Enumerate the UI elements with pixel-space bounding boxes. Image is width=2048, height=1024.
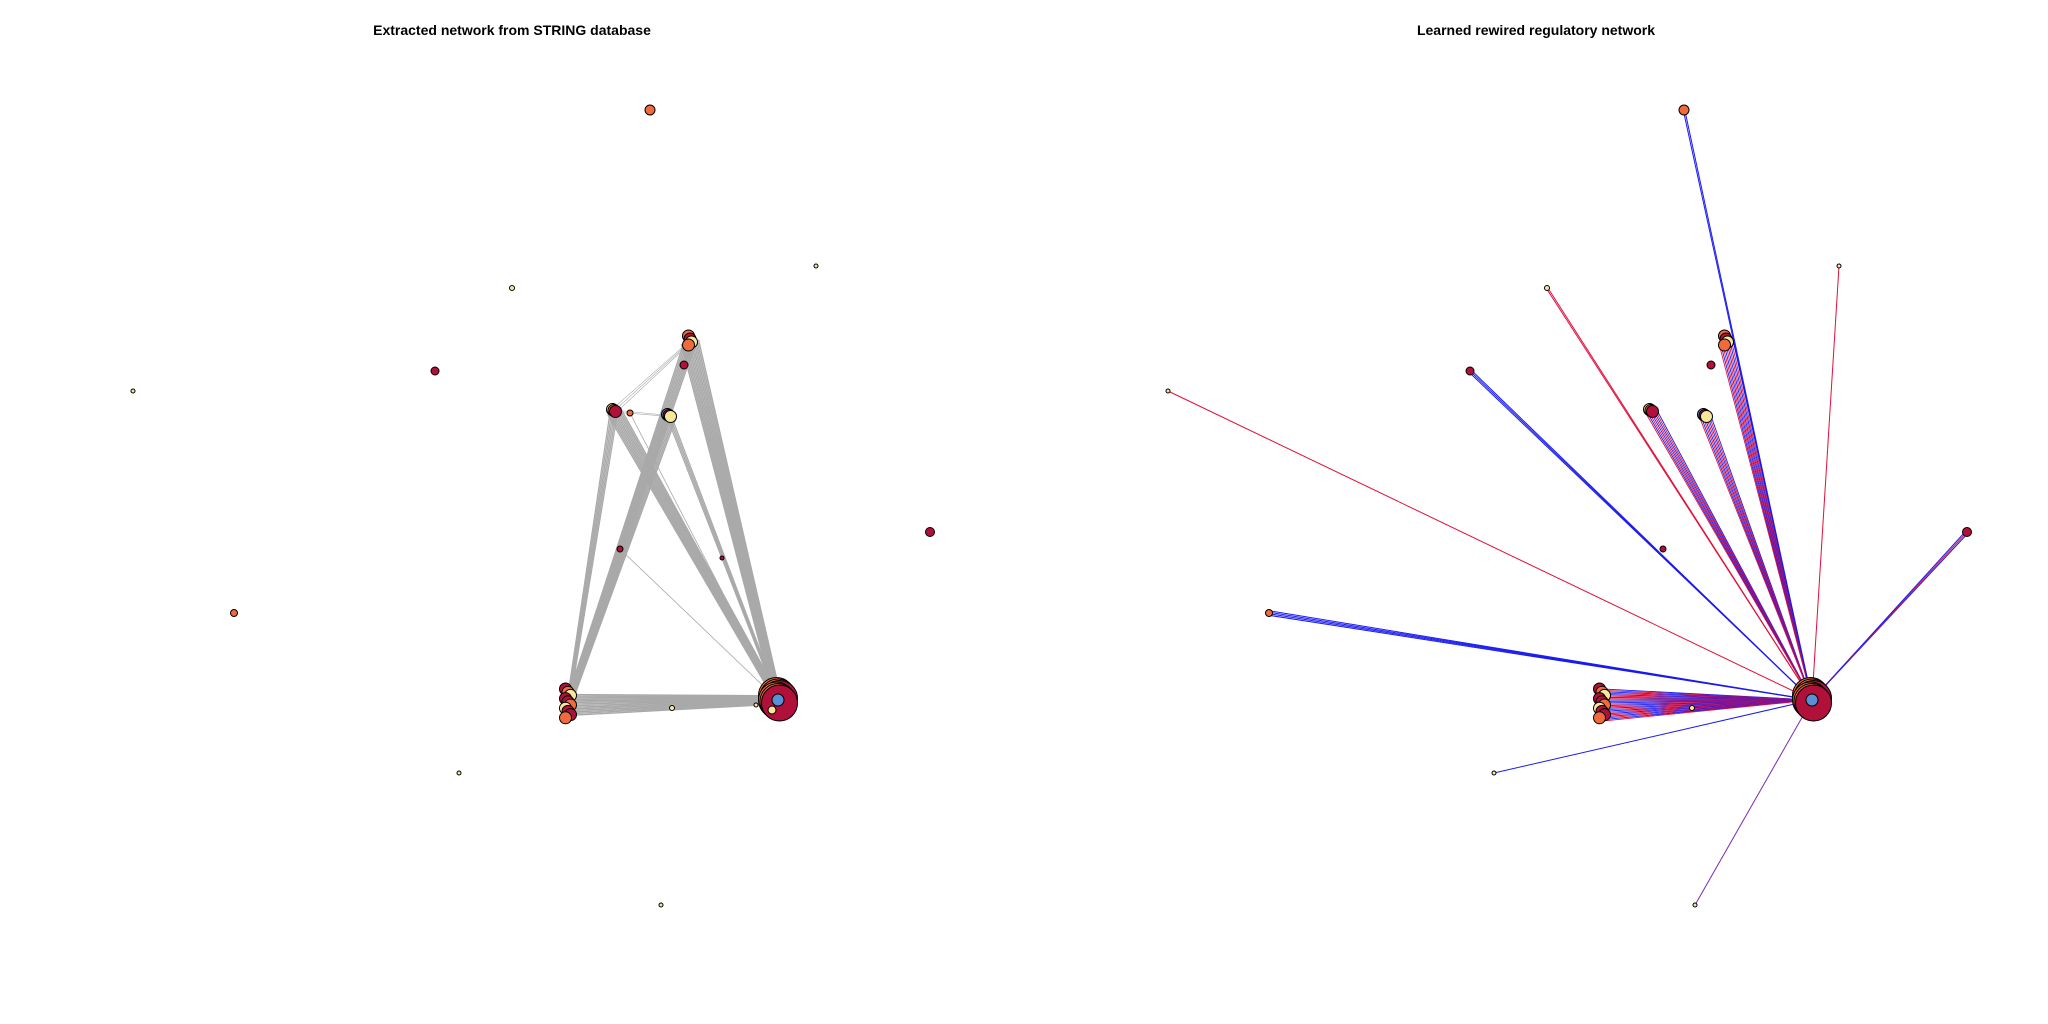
string-edge [688, 342, 779, 701]
string-edge [615, 409, 780, 700]
regulatory-network-panel: Learned rewired regulatory network [1024, 0, 2048, 1024]
regulatory-edge [1694, 699, 1813, 906]
string-edge [612, 411, 779, 701]
isolated-node [456, 770, 462, 776]
string-network-graph [130, 104, 935, 908]
small-node [626, 409, 634, 417]
string-edge [565, 340, 687, 705]
isolated-node [1491, 770, 1497, 776]
string-edge [690, 341, 779, 701]
string-edge [614, 410, 779, 701]
hub-inner-node [771, 693, 785, 707]
hub-inner-node [767, 705, 777, 715]
string-edge [683, 343, 777, 701]
string-edge [680, 343, 776, 702]
regulatory-edge [1545, 288, 1813, 701]
regulatory-edge [1682, 110, 1813, 701]
regulatory-edge [1268, 614, 1813, 701]
isolated-node [130, 388, 136, 394]
string-edge [618, 407, 781, 700]
isolated-node [925, 527, 935, 537]
cluster-node [1718, 338, 1731, 352]
cluster-node [609, 405, 622, 418]
string-edge [629, 412, 779, 701]
cluster-node [1646, 405, 1659, 418]
isolated-node [1265, 609, 1273, 617]
regulatory-network-graph [1165, 104, 1972, 908]
string-edge [565, 410, 611, 705]
cluster-node [1593, 711, 1606, 725]
string-edge [609, 412, 778, 702]
isolated-node [1465, 366, 1475, 376]
cluster-node [559, 711, 572, 725]
string-edge [607, 414, 777, 702]
regulatory-edge [1811, 265, 1840, 701]
isolated-node [1165, 388, 1171, 394]
string-network-panel: Extracted network from STRING database [0, 0, 1024, 1024]
isolated-node [509, 285, 515, 291]
string-edge [686, 342, 778, 701]
isolated-node [1836, 263, 1842, 269]
string-edge [565, 339, 686, 705]
regulatory-edge [1811, 530, 1967, 701]
isolated-node [1962, 527, 1972, 537]
string-edge [566, 410, 613, 705]
small-node [1659, 545, 1667, 553]
regulatory-edge [1468, 371, 1813, 701]
regulatory-edges [1167, 109, 1969, 906]
small-node [719, 555, 725, 561]
string-nodes [130, 104, 935, 908]
small-node [616, 545, 624, 553]
small-node [1689, 705, 1695, 711]
regulatory-edge [1645, 413, 1813, 701]
regulatory-nodes [1165, 104, 1972, 908]
string-edge [568, 411, 619, 706]
string-edge [611, 411, 778, 701]
small-node [1706, 360, 1716, 370]
cluster-node [664, 410, 677, 423]
small-node [753, 702, 759, 708]
isolated-node [1678, 104, 1690, 116]
string-edge [567, 410, 614, 706]
cluster-node [682, 338, 695, 352]
isolated-node [658, 902, 664, 908]
small-node [679, 360, 689, 370]
string-edge [608, 413, 777, 702]
string-edge [691, 341, 780, 700]
string-edge [682, 343, 776, 701]
string-edge [567, 411, 616, 706]
small-node [669, 705, 675, 711]
string-edge [570, 418, 677, 707]
string-edges [564, 339, 783, 717]
isolated-node [230, 609, 238, 617]
string-edge [685, 342, 778, 701]
cluster-node [1700, 410, 1713, 423]
hub-inner-node [1805, 693, 1819, 707]
isolated-node [1692, 902, 1698, 908]
isolated-node [644, 104, 656, 116]
isolated-node [430, 366, 440, 376]
isolated-node [813, 263, 819, 269]
string-edge [568, 411, 617, 706]
isolated-node [1544, 285, 1550, 291]
regulatory-edge [1718, 343, 1813, 701]
string-edge [619, 407, 782, 699]
